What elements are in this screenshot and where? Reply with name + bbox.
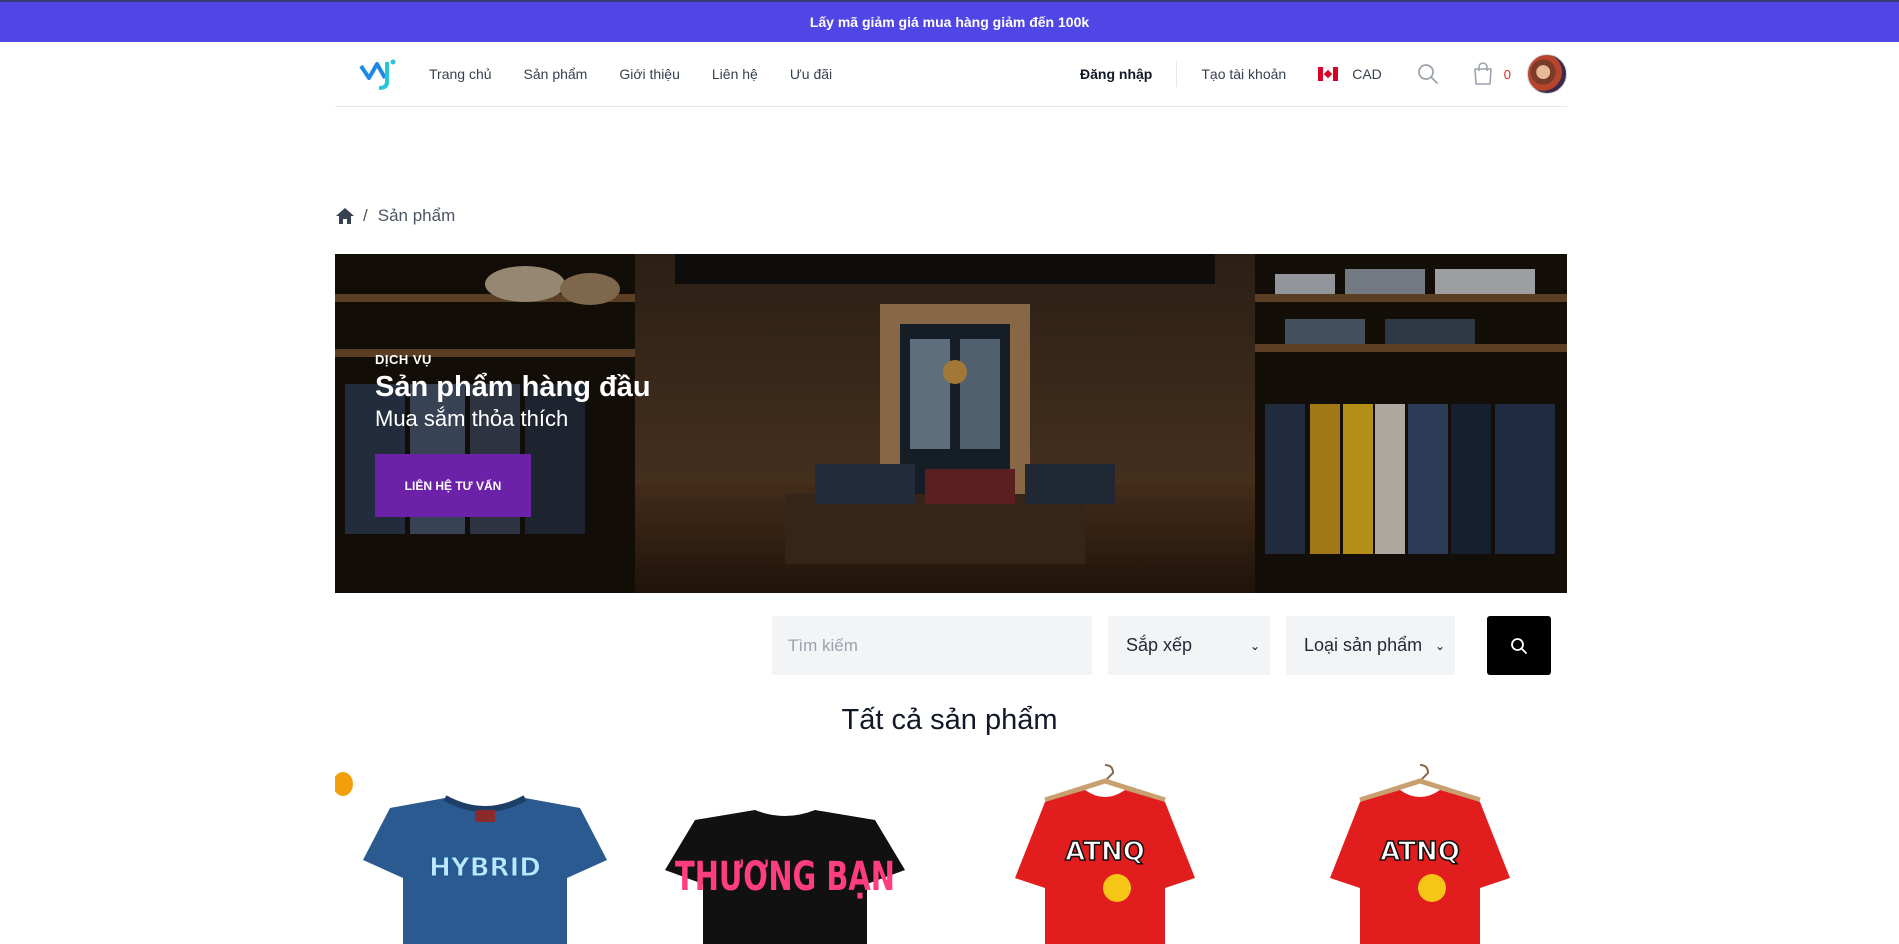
chevron-down-icon: ⌄ [1434, 638, 1445, 653]
hero-subtitle: Mua sắm thỏa thích [375, 406, 569, 431]
chevron-down-icon: ⌄ [1249, 638, 1260, 653]
search-submit-button[interactable] [1487, 616, 1551, 675]
product-type-label: Loại sản phẩm [1304, 635, 1423, 655]
shopping-bag-icon [1473, 62, 1492, 85]
register-link[interactable]: Tạo tài khoản [1201, 66, 1286, 82]
breadcrumb-current: Sản phẩm [377, 206, 456, 225]
product-card-image[interactable]: THƯƠNG BẠN [635, 760, 935, 944]
product-card-image[interactable]: HYBRID [335, 760, 635, 944]
product-shirt-text: ATNQ [1380, 837, 1460, 867]
breadcrumb-separator: / [363, 206, 368, 225]
promo-bar: Lấy mã giảm giá mua hàng giảm đến 100k [0, 0, 1899, 42]
search-input[interactable] [772, 616, 1092, 675]
currency-label: CAD [1352, 66, 1382, 82]
nav-products[interactable]: Sản phẩm [524, 66, 588, 82]
product-shirt-text: THƯƠNG BẠN [675, 854, 895, 900]
hero-title: Sản phẩm hàng đầu [375, 371, 651, 403]
product-grid: HYBRID THƯƠNG BẠN ATNQ ATNQ [335, 760, 1567, 944]
canada-flag-icon [1318, 67, 1339, 81]
nav-contact[interactable]: Liên hệ [712, 66, 758, 82]
product-card-image[interactable]: ATNQ [955, 760, 1255, 944]
cart-count: 0 [1503, 66, 1511, 82]
product-shirt-text: HYBRID [429, 853, 541, 883]
nav-home[interactable]: Trang chủ [429, 66, 492, 82]
contact-consult-button[interactable]: LIÊN HỆ TƯ VẤN [375, 454, 531, 517]
brand-logo[interactable] [357, 56, 399, 92]
sort-select[interactable]: Sắp xếp ⌄ [1108, 616, 1270, 675]
product-shirt-text: ATNQ [1065, 837, 1145, 867]
hero-text: DỊCH VỤ Sản phẩm hàng đầu Mua sắm thỏa t… [375, 352, 651, 432]
account-nav: Đăng nhập Tạo tài khoản CAD 0 [1080, 42, 1567, 106]
login-link[interactable]: Đăng nhập [1080, 61, 1178, 87]
search-icon [1511, 637, 1527, 654]
product-type-select[interactable]: Loại sản phẩm ⌄ [1286, 616, 1455, 675]
home-icon[interactable] [335, 206, 355, 226]
search-icon[interactable] [1416, 62, 1440, 86]
hero-kicker: DỊCH VỤ [375, 352, 432, 367]
product-card-image[interactable]: ATNQ [1270, 760, 1570, 944]
sort-label: Sắp xếp [1126, 635, 1193, 655]
cart-button[interactable]: 0 [1472, 62, 1511, 86]
site-header: Trang chủ Sản phẩm Giới thiệu Liên hệ Ưu… [335, 42, 1567, 107]
nav-about[interactable]: Giới thiệu [619, 66, 680, 82]
hero-banner: DỊCH VỤ Sản phẩm hàng đầu Mua sắm thỏa t… [335, 254, 1567, 593]
nav-deals[interactable]: Ưu đãi [790, 66, 832, 82]
product-filters: Sắp xếp ⌄ Loại sản phẩm ⌄ [772, 616, 1551, 675]
avatar[interactable] [1527, 54, 1567, 94]
section-title: Tất cả sản phẩm [841, 704, 1058, 736]
breadcrumb: / Sản phẩm [335, 206, 455, 226]
currency-selector[interactable]: CAD [1318, 66, 1382, 82]
main-nav: Trang chủ Sản phẩm Giới thiệu Liên hệ Ưu… [429, 66, 832, 82]
promo-text: Lấy mã giảm giá mua hàng giảm đến 100k [809, 14, 1090, 30]
